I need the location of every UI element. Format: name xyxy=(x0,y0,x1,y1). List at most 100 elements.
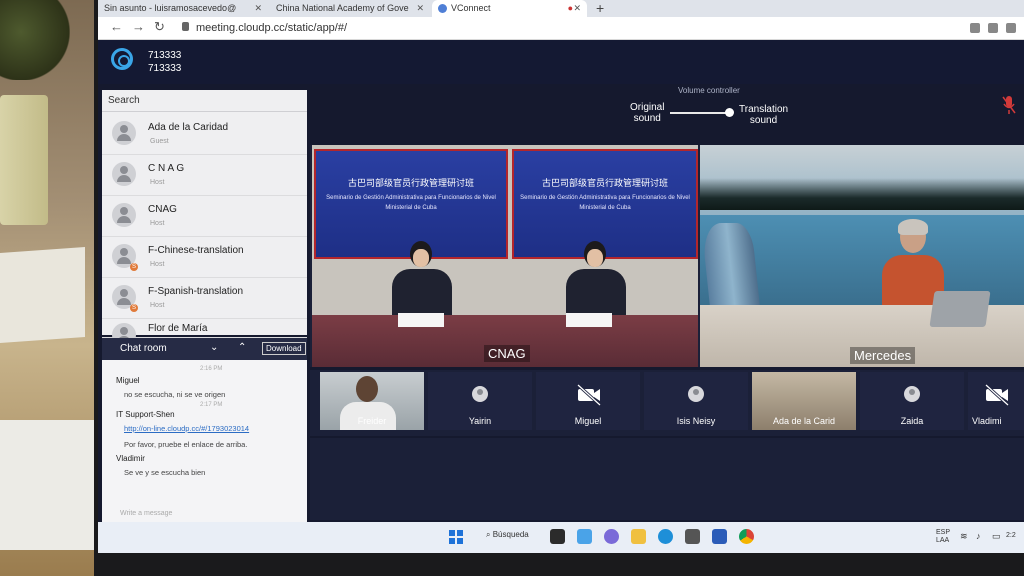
participant-name: Ada de la Caridad xyxy=(148,122,229,133)
language-indicator[interactable]: ESP LAA xyxy=(936,529,950,545)
meeting-id: 713333 713333 xyxy=(148,49,181,75)
tab-vconnect[interactable]: VConnect ● ✕ xyxy=(432,0,587,17)
windows-taskbar: ⌕ Búsqueda ESP LAA ≋ ♪ ▭ 2:2 xyxy=(98,522,1024,553)
speaker-person xyxy=(566,241,626,321)
chat-app-icon[interactable] xyxy=(604,529,619,544)
taskbar-search[interactable]: ⌕ Búsqueda xyxy=(486,530,529,540)
profile-icon[interactable] xyxy=(1006,23,1016,33)
chevron-down-icon[interactable]: ⌄ xyxy=(210,342,218,353)
participant-item[interactable]: Flor de María xyxy=(102,319,307,347)
chat-input[interactable]: Write a message xyxy=(120,510,172,517)
extension-icon[interactable] xyxy=(970,23,980,33)
task-view-icon[interactable] xyxy=(550,529,565,544)
participant-name: CNAG xyxy=(148,204,177,215)
thumbnail-vladimir[interactable]: Vladimi xyxy=(968,372,1024,430)
close-icon[interactable]: ✕ xyxy=(416,0,424,17)
wifi-icon[interactable]: ≋ xyxy=(960,532,968,541)
thumbnail-miguel[interactable]: Miguel xyxy=(536,372,640,430)
palm-trees xyxy=(700,170,1024,210)
participant-item[interactable]: CNAG Host xyxy=(102,196,307,237)
close-icon[interactable]: ✕ xyxy=(573,0,581,17)
vconnect-icon xyxy=(438,4,447,14)
tile-name-label: Mercedes xyxy=(850,347,916,364)
back-icon[interactable]: ← xyxy=(110,19,123,34)
reload-icon[interactable]: ↻ xyxy=(154,19,165,35)
battery-icon[interactable]: ▭ xyxy=(992,532,1001,541)
participant-role: Guest xyxy=(150,138,169,145)
participant-role: Host xyxy=(150,179,165,186)
banner-spanish-title: Seminario de Gestión Administrativa para… xyxy=(520,195,690,211)
tab-label: Sin asunto - luisramosacevedo@ xyxy=(104,3,237,13)
paper-sheet xyxy=(0,420,95,550)
chrome-icon[interactable] xyxy=(739,529,754,544)
appliance xyxy=(0,95,48,225)
thumbnail-name: Isis Neisy xyxy=(676,416,716,426)
thumbnail-isis-neisy[interactable]: Isis Neisy xyxy=(644,372,748,430)
thumbnail-freider[interactable]: Freider xyxy=(320,372,424,430)
chat-header: Chat room ⌄ ⌃ Download xyxy=(102,338,307,360)
edge-icon[interactable] xyxy=(658,529,673,544)
thumbnail-name: Zaida xyxy=(900,416,924,426)
store-icon[interactable] xyxy=(685,529,700,544)
participants-panel: Search Ada de la Caridad Guest C N A G H… xyxy=(102,90,307,347)
banner-chinese-title: 古巴司部级官员行政管理研讨班 xyxy=(347,179,474,189)
avatar-icon xyxy=(688,386,704,402)
message-text: no se escucha, ni se ve origen xyxy=(124,390,226,399)
lower-pane xyxy=(310,438,1024,520)
download-button[interactable]: Download xyxy=(262,342,306,355)
tab-cnag[interactable]: China National Academy of Gove ✕ xyxy=(270,0,430,17)
extension-icon[interactable] xyxy=(988,23,998,33)
thumbnail-zaida[interactable]: Zaida xyxy=(860,372,964,430)
participant-item[interactable]: Ada de la Caridad Guest xyxy=(102,114,307,155)
plant xyxy=(0,0,70,80)
thumbnail-ada[interactable]: Ada de la Carid xyxy=(752,372,856,430)
message-text: Se ve y se escucha bien xyxy=(124,468,206,477)
word-icon[interactable] xyxy=(712,529,727,544)
volume-icon[interactable]: ♪ xyxy=(976,532,981,541)
new-tab-button[interactable]: + xyxy=(596,0,604,17)
camera-off-icon xyxy=(576,384,602,406)
thumbnail-yairin[interactable]: Yairin xyxy=(428,372,532,430)
tab-label: China National Academy of Gove xyxy=(276,3,409,13)
volume-slider-knob[interactable] xyxy=(725,108,734,117)
original-sound-label: Original sound xyxy=(630,102,664,124)
thumbnail-name: Yairin xyxy=(468,416,492,426)
widgets-icon[interactable] xyxy=(577,529,592,544)
banner-chinese-title: 古巴司部级官员行政管理研讨班 xyxy=(541,179,668,189)
file-explorer-icon[interactable] xyxy=(631,529,646,544)
mic-off-icon[interactable] xyxy=(1002,95,1016,115)
volume-slider-track[interactable] xyxy=(670,112,732,114)
forward-icon[interactable]: → xyxy=(132,19,145,34)
avatar xyxy=(112,121,136,145)
avatar-icon xyxy=(904,386,920,402)
participant-name: F-Spanish-translation xyxy=(148,286,244,297)
url-field[interactable]: meeting.cloudp.cc/static/app/#/ xyxy=(196,22,347,34)
search-input[interactable]: Search xyxy=(102,90,307,112)
lock-icon[interactable] xyxy=(182,22,189,31)
clock[interactable]: 2:2 xyxy=(1006,532,1016,540)
vconnect-logo-icon xyxy=(111,48,133,70)
participant-item[interactable]: S F-Spanish-translation Host xyxy=(102,278,307,319)
tile-name-label: CNAG xyxy=(484,345,530,362)
tab-label: VConnect xyxy=(451,3,491,13)
laptop xyxy=(929,291,991,327)
close-icon[interactable]: ✕ xyxy=(254,0,262,17)
video-tile-mercedes[interactable]: Mercedes xyxy=(700,145,1024,367)
participant-thumbnails: Freider Yairin Miguel Isis Neisy Ada de … xyxy=(310,370,1024,436)
room-background xyxy=(0,0,100,576)
message-text: Por favor, pruebe el enlace de arriba. xyxy=(124,440,248,449)
record-icon: ● xyxy=(567,3,573,13)
windows-start-icon[interactable] xyxy=(449,530,463,544)
video-tile-cnag[interactable]: 古巴司部级官员行政管理研讨班 Seminario de Gestión Admi… xyxy=(312,145,698,367)
meeting-id-line: 713333 xyxy=(148,50,182,61)
tab-email[interactable]: Sin asunto - luisramosacevedo@ ✕ xyxy=(98,0,268,17)
participant-item[interactable]: S F-Chinese-translation Host xyxy=(102,237,307,278)
message-link[interactable]: http://on-line.cloudp.cc/#/1793023014 xyxy=(124,424,249,433)
participant-name: F-Chinese-translation xyxy=(148,245,244,256)
participant-item[interactable]: C N A G Host xyxy=(102,155,307,196)
message-time: 2:17 PM xyxy=(200,402,223,408)
thumbnail-name: Freider xyxy=(357,416,387,426)
chat-messages: 2:16 PM Miguel no se escucha, ni se ve o… xyxy=(102,360,307,522)
chevron-up-icon[interactable]: ⌃ xyxy=(238,342,246,353)
participant-role: Host xyxy=(150,302,165,309)
